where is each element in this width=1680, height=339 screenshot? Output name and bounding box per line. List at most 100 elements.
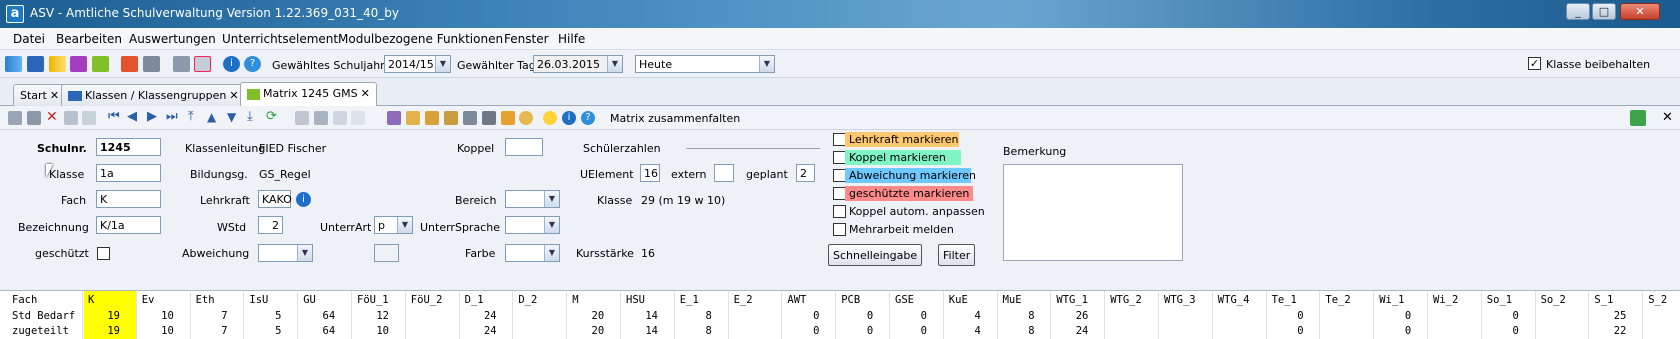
students-icon[interactable] bbox=[49, 56, 66, 72]
matrix-cell-bedarf[interactable] bbox=[1214, 309, 1250, 323]
network-icon[interactable] bbox=[5, 56, 22, 72]
matrix-cell-bedarf[interactable]: 8 bbox=[999, 309, 1034, 323]
matrix-cell-bedarf[interactable]: 10 bbox=[138, 309, 174, 323]
schuljahr-select[interactable]: 2014/15 ▼ bbox=[384, 55, 451, 73]
matrix-cell-zugeteilt[interactable] bbox=[1160, 324, 1196, 338]
matrix-column-header[interactable]: K bbox=[88, 293, 94, 307]
matrix-column-header[interactable]: WTG_4 bbox=[1218, 293, 1250, 307]
matrix-column-header[interactable]: HSU bbox=[626, 293, 645, 307]
menu-bearbeiten[interactable]: Bearbeiten bbox=[56, 32, 122, 46]
matrix-cell-bedarf[interactable] bbox=[1321, 309, 1357, 323]
matrix-cell-bedarf[interactable]: 0 bbox=[1375, 309, 1411, 323]
matrix-cell-zugeteilt[interactable]: 0 bbox=[1375, 324, 1411, 338]
matrix-cell-zugeteilt[interactable]: 7 bbox=[192, 324, 227, 338]
heute-select[interactable]: Heute ▼ bbox=[635, 55, 775, 73]
tab-klassen[interactable]: Klassen / Klassengruppen ✕ bbox=[61, 84, 246, 106]
matrix-column-header[interactable]: MuE bbox=[1003, 293, 1022, 307]
matrix-cell-bedarf[interactable]: 0 bbox=[837, 309, 873, 323]
copy-window-icon[interactable] bbox=[173, 56, 190, 72]
matrix-cell-zugeteilt[interactable]: 20 bbox=[568, 324, 605, 338]
menu-hilfe[interactable]: Hilfe bbox=[558, 32, 585, 46]
schnelleingabe-button[interactable]: Schnelleingabe bbox=[828, 244, 923, 266]
matrix-column-header[interactable]: Eth bbox=[196, 293, 215, 307]
report-icon[interactable] bbox=[143, 56, 160, 72]
first-record-icon[interactable]: ⏮ bbox=[108, 110, 125, 126]
uelement-field[interactable]: 16 bbox=[640, 164, 660, 182]
matrix-cell-zugeteilt[interactable] bbox=[730, 324, 766, 338]
previous-record-icon[interactable]: ◀ bbox=[127, 110, 144, 126]
info-icon[interactable]: i bbox=[296, 192, 311, 207]
matrix-cell-zugeteilt[interactable] bbox=[1429, 324, 1465, 338]
info-icon[interactable]: i bbox=[562, 111, 576, 125]
maximize-button[interactable]: □ bbox=[1592, 3, 1616, 20]
settings-window-icon[interactable] bbox=[194, 56, 211, 72]
refresh-icon[interactable]: ⟳ bbox=[266, 110, 283, 126]
matrix-cell-bedarf[interactable] bbox=[1537, 309, 1573, 323]
close-icon[interactable]: ✕ bbox=[361, 87, 370, 100]
menu-auswertungen[interactable]: Auswertungen bbox=[129, 32, 216, 46]
matrix-cell-bedarf[interactable] bbox=[1644, 309, 1680, 323]
teachers-icon[interactable] bbox=[70, 56, 87, 72]
klasse-field[interactable]: 1a bbox=[96, 164, 161, 182]
matrix-column-header[interactable]: AWT bbox=[787, 293, 806, 307]
matrix-column-header[interactable]: Te_2 bbox=[1325, 293, 1350, 307]
matrix-column-header[interactable]: GSE bbox=[895, 293, 914, 307]
edit-list-icon[interactable] bbox=[406, 111, 420, 125]
matrix-cell-zugeteilt[interactable]: 4 bbox=[945, 324, 980, 338]
matrix-column-header[interactable]: WTG_1 bbox=[1056, 293, 1088, 307]
bezeichnung-field[interactable]: K/1a bbox=[96, 216, 161, 234]
geplant-field[interactable]: 2 bbox=[796, 164, 815, 182]
menu-modulbezogene-funktionen[interactable]: Modulbezogene Funktionen bbox=[338, 32, 503, 46]
schulnr-field[interactable]: 1245 bbox=[96, 138, 161, 156]
matrix-cell-bedarf[interactable]: 0 bbox=[1483, 309, 1518, 323]
paste-special-icon[interactable] bbox=[351, 111, 365, 125]
menu-unterrichtselement[interactable]: Unterrichtselement bbox=[222, 32, 338, 46]
matrix-cell-zugeteilt[interactable] bbox=[514, 324, 550, 338]
matrix-cell-bedarf[interactable]: 26 bbox=[1052, 309, 1089, 323]
matrix-column-header[interactable]: M bbox=[572, 293, 578, 307]
lehrkraft-field[interactable]: KAKO bbox=[258, 190, 292, 208]
minimize-button[interactable]: _ bbox=[1566, 3, 1590, 20]
unterrart-select[interactable]: p ▼ bbox=[374, 216, 413, 234]
matrix-cell-bedarf[interactable] bbox=[407, 309, 443, 323]
matrix-column-header[interactable]: So_2 bbox=[1541, 293, 1566, 307]
matrix-column-header[interactable]: Wi_1 bbox=[1379, 293, 1404, 307]
matrix-cell-zugeteilt[interactable] bbox=[1537, 324, 1573, 338]
abweichung-select[interactable]: ▼ bbox=[258, 244, 313, 262]
matrix-cell-bedarf[interactable]: 25 bbox=[1590, 309, 1627, 323]
matrix-cell-zugeteilt[interactable]: 8 bbox=[676, 324, 711, 338]
book-icon[interactable] bbox=[121, 56, 138, 72]
matrix-cell-zugeteilt[interactable]: 64 bbox=[299, 324, 336, 338]
matrix-column-header[interactable]: Te_1 bbox=[1272, 293, 1297, 307]
menu-fenster[interactable]: Fenster bbox=[504, 32, 549, 46]
unterrsprache-select[interactable]: ▼ bbox=[505, 216, 560, 234]
matrix-cell-bedarf[interactable]: 64 bbox=[299, 309, 336, 323]
matrix-column-header[interactable]: KuE bbox=[949, 293, 968, 307]
save-icon[interactable] bbox=[8, 111, 22, 125]
matrix-cell-bedarf[interactable] bbox=[730, 309, 766, 323]
matrix-column-header[interactable]: S_2 bbox=[1648, 293, 1667, 307]
matrix-cell-bedarf[interactable] bbox=[1429, 309, 1465, 323]
matrix-column-header[interactable]: PCB bbox=[841, 293, 860, 307]
fach-field[interactable]: K bbox=[96, 190, 161, 208]
matrix-cell-zugeteilt[interactable]: 5 bbox=[245, 324, 281, 338]
bereich-select[interactable]: ▼ bbox=[505, 190, 560, 208]
matrix-column-header[interactable]: GU bbox=[303, 293, 316, 307]
next-record-icon[interactable]: ▶ bbox=[147, 110, 164, 126]
matrix-cell-zugeteilt[interactable]: 24 bbox=[461, 324, 497, 338]
matrix-column-header[interactable]: D_1 bbox=[465, 293, 484, 307]
matrix-column-header[interactable]: FöU_1 bbox=[357, 293, 389, 307]
note-edit-icon[interactable] bbox=[425, 111, 439, 125]
matrix-cell-zugeteilt[interactable]: 10 bbox=[353, 324, 389, 338]
matrix-cell-zugeteilt[interactable]: 8 bbox=[999, 324, 1034, 338]
klasse-beibehalten-checkbox[interactable]: ✓ bbox=[1528, 57, 1541, 70]
move-up-icon[interactable]: ▲ bbox=[207, 110, 224, 126]
lessons-icon[interactable] bbox=[92, 56, 109, 72]
matrix-cell-bedarf[interactable]: 0 bbox=[1268, 309, 1303, 323]
matrix-cell-zugeteilt[interactable] bbox=[1106, 324, 1142, 338]
teacher-search-icon[interactable] bbox=[387, 111, 401, 125]
matrix-cell-bedarf[interactable]: 7 bbox=[192, 309, 227, 323]
matrix-cell-bedarf[interactable]: 0 bbox=[891, 309, 927, 323]
undo-icon[interactable] bbox=[27, 111, 41, 125]
document-icon[interactable] bbox=[444, 111, 458, 125]
